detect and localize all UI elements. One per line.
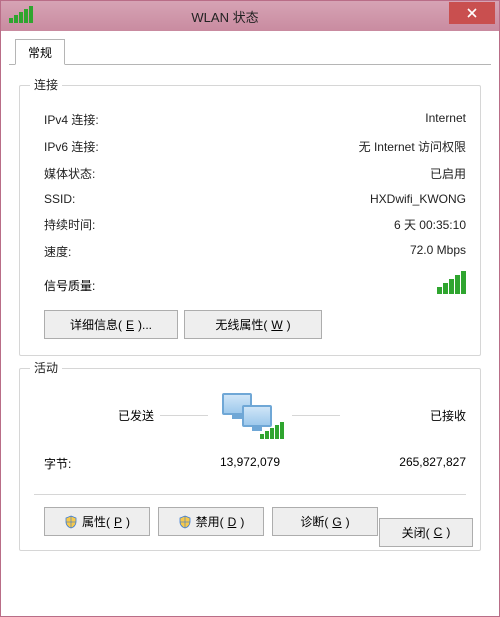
received-label: 已接收 [346,407,466,424]
media-label: 媒体状态: [34,165,95,182]
duration-value: 6 天 00:35:10 [394,216,466,233]
tab-general[interactable]: 常规 [15,39,65,65]
connection-group: 连接 IPv4 连接:Internet IPv6 连接:无 Internet 访… [19,85,481,356]
details-button[interactable]: 详细信息(E)... [44,310,178,339]
ssid-label: SSID: [34,192,75,206]
signal-strength-icon [9,6,33,28]
wireless-properties-button[interactable]: 无线属性(W) [184,310,322,339]
dialog-footer: 关闭(C) [371,513,481,551]
ipv6-label: IPv6 连接: [34,138,99,155]
speed-value: 72.0 Mbps [410,243,466,260]
bytes-received-value: 265,827,827 [306,455,466,472]
close-dialog-button[interactable]: 关闭(C) [379,518,473,547]
ipv4-label: IPv4 连接: [34,111,99,128]
shield-icon [64,515,78,529]
disable-button[interactable]: 禁用(D) [158,507,264,536]
titlebar: WLAN 状态 [1,1,499,31]
signal-quality-icon [437,271,466,294]
bytes-sent-value: 13,972,079 [120,455,280,472]
close-icon [466,7,478,19]
close-button[interactable] [449,2,495,24]
bytes-label: 字节: [34,455,94,472]
media-value: 已启用 [430,165,466,182]
sent-label: 已发送 [34,407,154,424]
ssid-value: HXDwifi_KWONG [370,192,466,206]
diagnose-button[interactable]: 诊断(G) [272,507,378,536]
signal-quality-label: 信号质量: [34,277,95,294]
shield-icon [178,515,192,529]
activity-header: 活动 [30,359,62,376]
connection-header: 连接 [30,76,62,93]
speed-label: 速度: [34,243,71,260]
properties-button[interactable]: 属性(P) [44,507,150,536]
network-activity-icon [220,393,280,437]
window-title: WLAN 状态 [1,7,449,26]
duration-label: 持续时间: [34,216,95,233]
wlan-status-window: WLAN 状态 常规 连接 IPv4 连接: Internet IPv6 连接: 无… [0,0,500,617]
ipv6-value: 无 Internet 访问权限 [359,138,466,155]
tab-row: 常规 [1,31,499,65]
ipv4-value: Internet [425,111,466,128]
